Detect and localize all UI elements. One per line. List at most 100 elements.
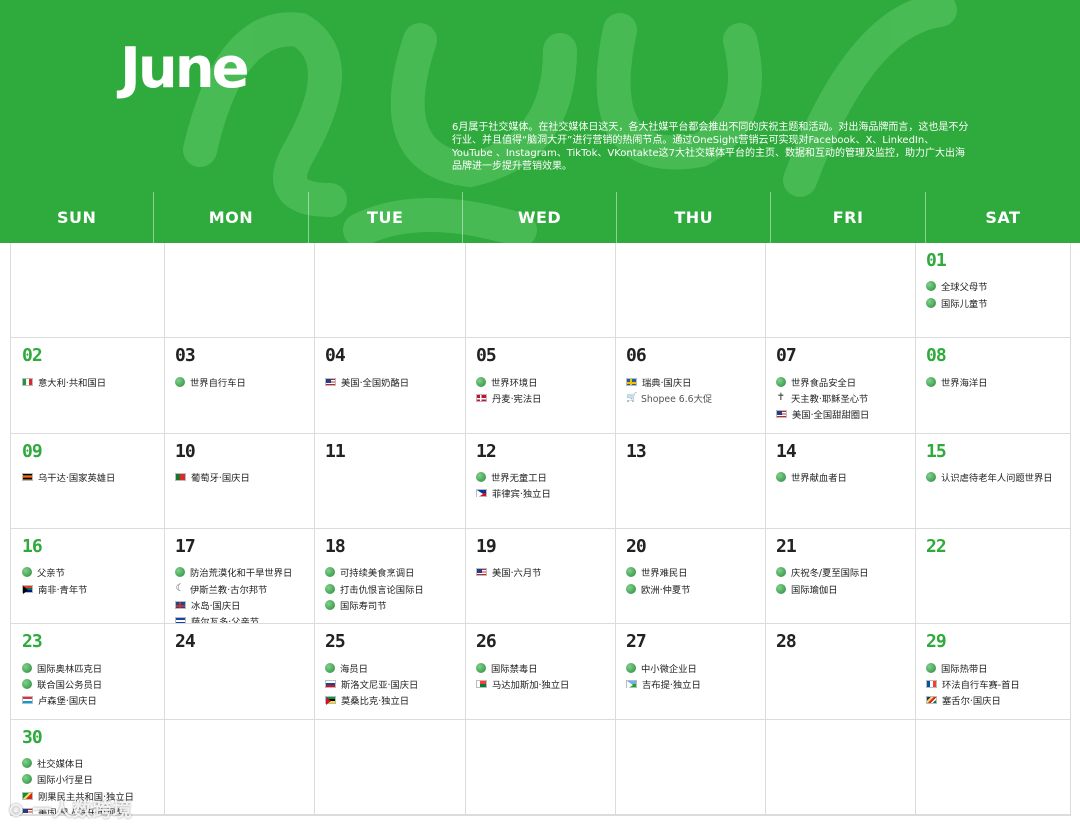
flag-dj-icon	[626, 679, 637, 689]
day-cell-14[interactable]: 14 世界献血者日	[766, 433, 916, 529]
empty-day-cell	[165, 719, 315, 815]
event-label: 国际奥林匹克日	[37, 663, 103, 675]
globe-icon	[926, 662, 936, 673]
event-label: 全球父母节	[941, 282, 988, 294]
event-label: 世界食品安全日	[791, 377, 857, 389]
day-cell-02[interactable]: 02 意大利·共和国日	[11, 338, 165, 434]
globe-icon	[22, 678, 32, 689]
event-label: 国际小行星日	[37, 775, 93, 787]
day-cell-11[interactable]: 11	[315, 433, 466, 529]
day-number: 14	[776, 440, 797, 462]
globe-icon	[476, 376, 486, 387]
flag-si-icon	[325, 679, 336, 688]
event-item: 全球父母节	[926, 278, 1070, 294]
event-label: 伊斯兰教·古尔邦节	[190, 584, 268, 596]
empty-day-cell	[466, 719, 616, 815]
day-cell-10[interactable]: 10 葡萄牙·国庆日	[165, 433, 315, 529]
event-label: 联合国公务员日	[37, 679, 103, 691]
day-number: 12	[476, 440, 497, 462]
empty-day-cell	[165, 243, 315, 339]
day-number: 03	[175, 345, 196, 367]
day-cell-15[interactable]: 15 认识虐待老年人问题世界日	[916, 433, 1071, 529]
day-cell-09[interactable]: 09 乌干达·国家英雄日	[11, 433, 165, 529]
calendar-header: June 6月属于社交媒体。在社交媒体日这天，各大社媒平台都会推出不同的庆祝主题…	[0, 0, 1080, 243]
day-cell-19[interactable]: 19 美国·六月节	[466, 528, 616, 625]
weekday-mon: MON	[154, 192, 309, 243]
moon-icon: ☾	[175, 582, 185, 594]
day-number: 22	[926, 535, 947, 557]
empty-day-cell	[466, 243, 616, 339]
day-cell-18[interactable]: 18 可持续美食烹调日 打击仇恨言论国际日 国际寿司节	[315, 528, 466, 625]
day-cell-23[interactable]: 23 国际奥林匹克日 联合国公务员日 卢森堡·国庆日	[11, 624, 165, 720]
event-item: 乌干达·国家英雄日	[22, 469, 164, 485]
day-number: 13	[626, 440, 647, 462]
day-cell-26[interactable]: 26 国际禁毒日 马达加斯加·独立日	[466, 624, 616, 720]
event-label: 父亲节	[37, 568, 65, 580]
day-cell-06[interactable]: 06 瑞典·国庆日 🛒 Shopee 6.6大促	[616, 338, 766, 434]
flag-us-icon	[476, 568, 487, 577]
event-label: 国际热带日	[941, 663, 988, 675]
day-cell-04[interactable]: 04 美国·全国奶酪日	[315, 338, 466, 434]
flag-sc-icon	[926, 696, 937, 705]
weekday-sat: SAT	[985, 208, 1021, 227]
day-cell-21[interactable]: 21 庆祝冬/夏至国际日 国际瑜伽日	[766, 528, 916, 625]
day-cell-27[interactable]: 27 中小微企业日 吉布提·独立日	[616, 624, 766, 720]
empty-day-cell	[315, 243, 466, 339]
day-number: 05	[476, 345, 497, 367]
event-label: 世界海洋日	[941, 377, 988, 389]
calendar-grid: 01 全球父母节国际儿童节 02 意大利·共和国日 03 世界自行车日 04 美国·全国奶酪日…	[10, 243, 1071, 816]
month-title: June	[120, 36, 250, 101]
globe-icon	[776, 567, 786, 578]
day-cell-12[interactable]: 12 世界无童工日 菲律宾·独立日	[466, 433, 616, 529]
day-cell-24[interactable]: 24	[165, 624, 315, 720]
day-cell-01[interactable]: 01 全球父母节国际儿童节	[916, 243, 1071, 339]
event-label: 世界无童工日	[491, 472, 547, 484]
day-cell-16[interactable]: 16 父亲节 南非·青年节	[11, 528, 165, 625]
event-label: 美国·全国奶酪日	[341, 377, 410, 389]
day-cell-25[interactable]: 25 海员日 斯洛文尼亚·国庆日 莫桑比克·独立日	[315, 624, 466, 720]
day-cell-08[interactable]: 08 世界海洋日	[916, 338, 1071, 434]
day-number: 08	[926, 345, 947, 367]
event-label: 斯洛文尼亚·国庆日	[341, 679, 419, 691]
event-item: 世界难民日	[626, 564, 765, 580]
day-number: 30	[22, 726, 43, 748]
day-cell-22[interactable]: 22	[916, 528, 1071, 625]
event-label: 国际儿童节	[941, 298, 988, 310]
flag-ph-icon	[476, 489, 487, 499]
globe-icon	[22, 774, 32, 785]
day-cell-13[interactable]: 13	[616, 433, 766, 529]
flag-za-icon	[22, 584, 33, 594]
day-cell-07[interactable]: 07 世界食品安全日 ✝ 天主教·耶稣圣心节 美国·全国甜甜圈日	[766, 338, 916, 434]
event-label: 意大利·共和国日	[38, 377, 107, 389]
day-cell-28[interactable]: 28	[766, 624, 916, 720]
day-number: 26	[476, 631, 497, 653]
flag-us-icon	[325, 377, 336, 386]
empty-day-cell	[766, 243, 916, 339]
day-number: 24	[175, 631, 196, 653]
day-cell-17[interactable]: 17 防治荒漠化和干旱世界日 ☾ 伊斯兰教·古尔邦节 冰岛·国庆日 萨尔瓦多·父亲节	[165, 528, 315, 625]
empty-day-cell	[315, 719, 466, 815]
day-cell-05[interactable]: 05 世界环境日 丹麦·宪法日	[466, 338, 616, 434]
day-number: 17	[175, 535, 196, 557]
weekday-thu: THU	[617, 192, 772, 243]
day-number: 01	[926, 250, 947, 271]
globe-icon	[325, 599, 335, 610]
event-item: 世界自行车日	[175, 373, 314, 389]
day-cell-03[interactable]: 03 世界自行车日	[165, 338, 315, 434]
cross-icon: ✝	[776, 391, 786, 403]
event-item: 社交媒体日	[22, 755, 164, 771]
day-number: 27	[626, 631, 647, 653]
event-item: 庆祝冬/夏至国际日	[776, 564, 915, 580]
event-label: 萨尔瓦多·父亲节	[191, 617, 260, 625]
cart-icon: 🛒	[626, 392, 638, 403]
event-item: 国际禁毒日	[476, 659, 615, 675]
day-number: 11	[325, 440, 346, 462]
empty-day-cell	[766, 719, 916, 815]
event-item: 🛒 Shopee 6.6大促	[626, 390, 765, 406]
day-cell-20[interactable]: 20 世界难民日 欧洲·仲夏节	[616, 528, 766, 625]
day-cell-29[interactable]: 29 国际热带日 环法自行车赛-首日 塞舌尔·国庆日	[916, 624, 1071, 720]
event-item: 美国·全国甜甜圈日	[776, 406, 915, 422]
empty-day-cell	[616, 243, 766, 339]
event-label: 吉布提·独立日	[642, 679, 701, 691]
event-label: 莫桑比克·独立日	[341, 696, 410, 708]
